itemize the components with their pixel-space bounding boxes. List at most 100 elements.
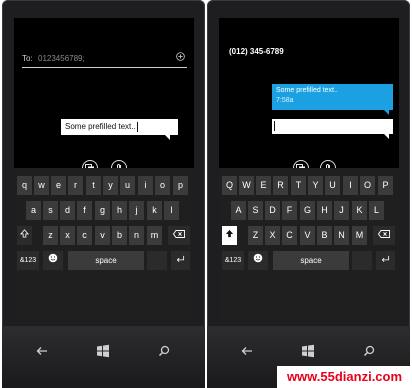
key-g[interactable]: g <box>95 201 110 220</box>
sent-bubble-tail <box>384 110 389 115</box>
key-f[interactable]: f <box>77 201 92 220</box>
enter-key[interactable] <box>376 251 395 270</box>
key-o[interactable]: O <box>360 176 375 195</box>
key-d[interactable]: D <box>265 201 280 220</box>
key-z[interactable]: Z <box>248 226 263 245</box>
emoticon-key[interactable] <box>43 251 63 270</box>
space-key[interactable]: space <box>273 251 349 270</box>
hardware-start-button[interactable] <box>296 340 320 362</box>
sent-message-bubble[interactable]: Some prefilled text.. 7:58a <box>272 84 393 110</box>
key-k[interactable]: K <box>352 201 367 220</box>
compose-bubble-tail <box>384 134 389 139</box>
key-x[interactable]: X <box>265 226 280 245</box>
period-key[interactable] <box>352 251 372 270</box>
key-k[interactable]: k <box>147 201 162 220</box>
key-t[interactable]: t <box>86 176 101 195</box>
period-key[interactable] <box>147 251 167 270</box>
key-y[interactable]: y <box>103 176 118 195</box>
screen-left: To: 0123456789; Some prefilled text.. q <box>14 18 194 323</box>
smiley-icon <box>48 253 58 263</box>
key-v[interactable]: v <box>95 226 110 245</box>
shift-icon <box>19 229 30 238</box>
key-b[interactable]: B <box>317 226 332 245</box>
key-j[interactable]: J <box>334 201 349 220</box>
key-a[interactable]: a <box>26 201 41 220</box>
key-i[interactable]: I <box>343 176 358 195</box>
sent-message-time: 7:58a <box>276 97 294 104</box>
key-e[interactable]: E <box>256 176 271 195</box>
key-n[interactable]: n <box>129 226 144 245</box>
key-p[interactable]: P <box>378 176 393 195</box>
key-s[interactable]: S <box>248 201 263 220</box>
key-v[interactable]: V <box>300 226 315 245</box>
hardware-start-button[interactable] <box>91 340 115 362</box>
key-u[interactable]: u <box>120 176 135 195</box>
key-x[interactable]: x <box>60 226 75 245</box>
key-d[interactable]: d <box>60 201 75 220</box>
key-a[interactable]: A <box>231 201 246 220</box>
key-z[interactable]: z <box>43 226 58 245</box>
key-m[interactable]: m <box>147 226 162 245</box>
key-t[interactable]: T <box>291 176 306 195</box>
key-e[interactable]: e <box>51 176 66 195</box>
phone-right: (012) 345-6789 Some prefilled text.. 7:5… <box>207 0 410 388</box>
key-u[interactable]: U <box>325 176 340 195</box>
to-input[interactable]: 0123456789; <box>38 54 85 63</box>
to-underline <box>22 67 187 68</box>
phone-left: To: 0123456789; Some prefilled text.. q <box>2 0 205 388</box>
key-s[interactable]: s <box>43 201 58 220</box>
key-o[interactable]: o <box>155 176 170 195</box>
key-q[interactable]: q <box>17 176 32 195</box>
windows-start-icon <box>302 344 314 358</box>
key-n[interactable]: N <box>334 226 349 245</box>
keyboard-left: q w e r t y u i o p a s d f g h j k l z … <box>14 168 194 323</box>
key-p[interactable]: p <box>173 176 188 195</box>
emoticon-key[interactable] <box>248 251 268 270</box>
enter-key[interactable] <box>171 251 190 270</box>
message-compose-input[interactable]: Some prefilled text.. <box>61 119 178 135</box>
key-r[interactable]: R <box>273 176 288 195</box>
backspace-key[interactable] <box>168 226 190 245</box>
symbols-key[interactable]: &123 <box>17 251 39 270</box>
watermark: www.55dianzi.com <box>277 366 412 388</box>
backspace-icon <box>172 230 185 238</box>
key-l[interactable]: L <box>369 201 384 220</box>
key-f[interactable]: F <box>282 201 297 220</box>
key-w[interactable]: W <box>239 176 254 195</box>
key-c[interactable]: C <box>282 226 297 245</box>
windows-start-icon <box>97 344 109 358</box>
hardware-search-button[interactable] <box>357 340 381 362</box>
space-key[interactable]: space <box>68 251 144 270</box>
shift-key[interactable] <box>222 226 237 245</box>
text-caret <box>136 121 138 132</box>
hardware-back-button[interactable] <box>30 340 54 362</box>
key-y[interactable]: Y <box>308 176 323 195</box>
message-compose-input[interactable] <box>272 119 393 134</box>
key-g[interactable]: G <box>300 201 315 220</box>
key-m[interactable]: M <box>352 226 367 245</box>
search-icon <box>158 345 170 357</box>
shift-key[interactable] <box>17 226 32 245</box>
add-contact-icon[interactable] <box>176 52 185 61</box>
hardware-back-button[interactable] <box>235 340 259 362</box>
key-w[interactable]: w <box>34 176 49 195</box>
key-r[interactable]: r <box>68 176 83 195</box>
backspace-key[interactable] <box>373 226 395 245</box>
message-text: Some prefilled text.. <box>65 122 136 131</box>
key-l[interactable]: l <box>164 201 179 220</box>
keyboard-right: Q W E R T Y U I O P A S D F G H J K L Z … <box>219 168 399 323</box>
key-b[interactable]: b <box>112 226 127 245</box>
backspace-icon <box>377 230 390 238</box>
search-icon <box>363 345 375 357</box>
key-q[interactable]: Q <box>222 176 237 195</box>
to-field-row[interactable]: To: 0123456789; <box>22 52 187 68</box>
key-c[interactable]: c <box>77 226 92 245</box>
compose-bubble-tail <box>165 135 170 140</box>
key-j[interactable]: j <box>129 201 144 220</box>
hardware-search-button[interactable] <box>152 340 176 362</box>
key-h[interactable]: h <box>112 201 127 220</box>
shift-icon <box>225 229 234 238</box>
key-h[interactable]: H <box>317 201 332 220</box>
key-i[interactable]: i <box>138 176 153 195</box>
symbols-key[interactable]: &123 <box>222 251 244 270</box>
